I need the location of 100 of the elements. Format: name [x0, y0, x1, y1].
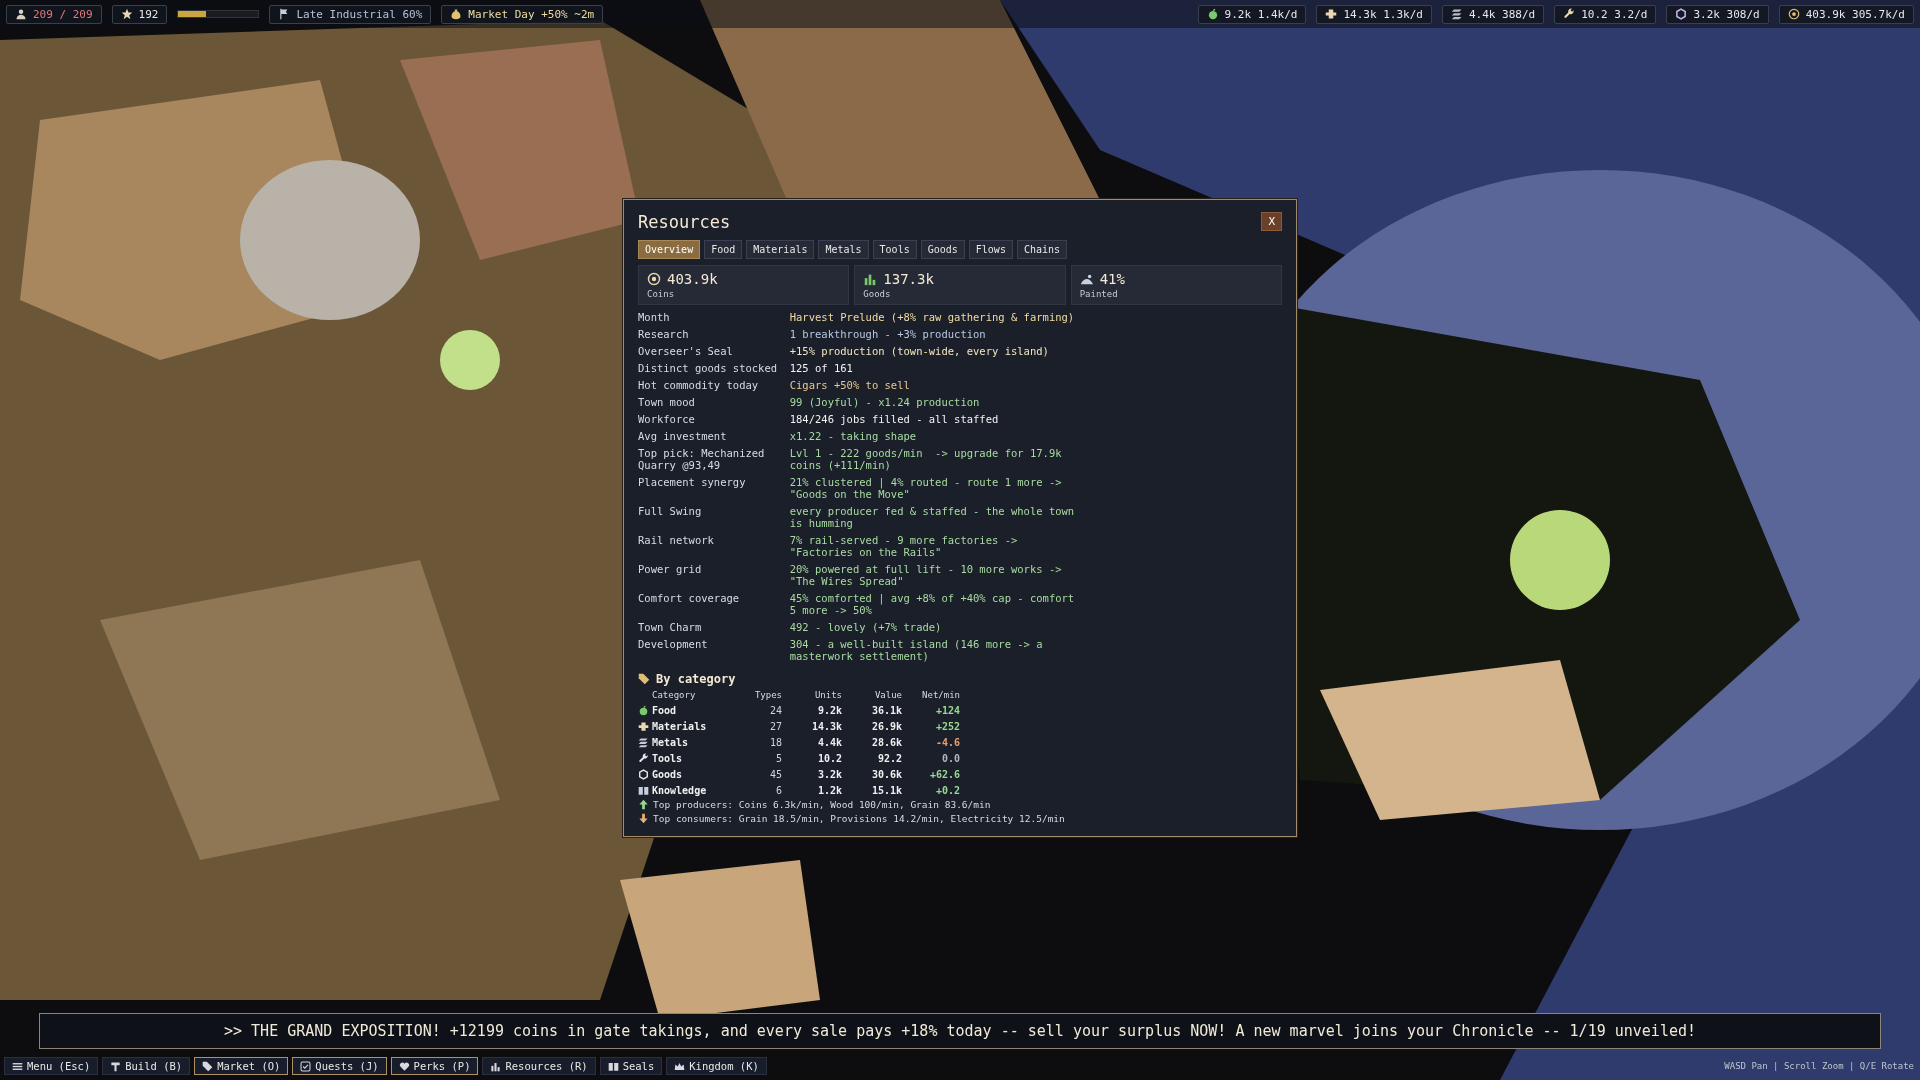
stripes-icon [1450, 8, 1463, 20]
table-cell-text: 14.3k [810, 720, 842, 732]
info-label: Top pick: Mechanized Quarry @93,49 [638, 446, 766, 471]
resource-value: 10.2 3.2/d [1581, 7, 1648, 21]
tab[interactable]: Overview [638, 239, 701, 259]
event-label: Market Day +50% ~2m [468, 7, 595, 21]
info-value: 1 breakthrough - +3% production [789, 327, 987, 340]
info-value: 21% clustered | 4% routed - route 1 more -> "Goods on the Move" [789, 475, 1063, 500]
info-label: Full Swing [638, 504, 703, 519]
info-label: Comfort coverage [638, 591, 741, 606]
info-label: Avg investment [638, 429, 728, 442]
stat-label: Painted [1079, 288, 1119, 299]
era-label: Late Industrial 60% [296, 7, 423, 21]
table-cell-text: 4.4k [816, 736, 842, 748]
info-value: Harvest Prelude (+8% raw gathering & farming) [789, 310, 1076, 323]
info-value: 125 of 161 [789, 361, 854, 374]
tab[interactable]: Food [704, 239, 743, 259]
table-cell-text: 36.1k [870, 704, 902, 716]
toolbar-button[interactable]: Market (O) [194, 1057, 289, 1075]
resource-value: 14.3k 1.3k/d [1343, 7, 1423, 21]
table-cell-text: 45 [768, 768, 782, 780]
coin-icon [1787, 8, 1800, 20]
table-cell-text: 28.6k [870, 736, 902, 748]
table-cell-text: 27 [768, 720, 782, 732]
category-name: Food [652, 704, 678, 716]
table-cell-text: 15.1k [870, 784, 902, 796]
toolbar-button[interactable]: Quests (J) [292, 1057, 387, 1075]
resource-value: 403.9k 305.7k/d [1805, 7, 1905, 21]
column-header: Types [753, 689, 782, 700]
table-cell-text: +124 [934, 704, 960, 716]
table-cell-text: 26.9k [870, 720, 902, 732]
table-cell-text: 9.2k [816, 704, 842, 716]
bar-chart-icon [490, 1060, 502, 1072]
info-value: 7% rail-served - 9 more factories -> "Factories on the Rails" [789, 533, 1019, 558]
stat-label: Goods [863, 288, 892, 299]
close-button[interactable]: X [1261, 212, 1282, 231]
info-label: Overseer's Seal [638, 344, 734, 357]
table-cell-text: 6 [774, 784, 782, 796]
heart-icon [398, 1060, 410, 1072]
info-value: 492 - lovely (+7% trade) [789, 620, 943, 633]
info-value: every producer fed & staffed - the whole town is humming [789, 504, 1076, 529]
tab[interactable]: Metals [818, 239, 869, 259]
tab[interactable]: Chains [1016, 239, 1068, 259]
table-cell-text: +0.2 [934, 784, 960, 796]
hammer-icon [110, 1060, 122, 1072]
toolbar-button[interactable]: Build (B) [102, 1057, 191, 1075]
controls-hint: WASD Pan | Scroll Zoom | Q/E Rotate [1724, 1061, 1915, 1071]
wrench-icon [1563, 8, 1576, 20]
toolbar-button[interactable]: Menu (Esc) [4, 1057, 99, 1075]
info-value: Lvl 1 - 222 goods/min -> upgrade for 17.9k coins (+111/min) [789, 446, 1063, 471]
table-cell-text: 92.2 [876, 752, 902, 764]
column-header: Net/min [921, 689, 960, 700]
info-value: 304 - a well-built island (146 more -> a masterwork settlement) [789, 637, 1044, 662]
star-icon [120, 8, 133, 20]
cross-icon [1325, 8, 1338, 20]
tab[interactable]: Goods [920, 239, 965, 259]
pouch-icon [450, 8, 463, 20]
menu-icon [12, 1060, 23, 1072]
info-value: 184/246 jobs filled - all staffed [789, 412, 1000, 425]
toolbar-button[interactable]: Resources (R) [482, 1057, 596, 1075]
toolbar-button[interactable]: Kingdom (K) [666, 1057, 767, 1075]
info-value: 45% comforted | avg +8% of +40% cap - comfort 5 more -> 50% [789, 591, 1076, 616]
table-cell-text: 5 [774, 752, 782, 764]
panel-title: Resources [638, 211, 731, 232]
info-value: +15% production (town-wide, every island) [789, 344, 1050, 357]
person-icon [15, 8, 27, 20]
stripes-icon [638, 736, 649, 748]
table-cell-text: 3.2k [816, 768, 842, 780]
ticker-text: >> THE GRAND EXPOSITION! +12199 coins in gate takings, and every sale pays +18% today -- sell your surplus NOW! A new marvel joins your Chronicle -- 1/19 unveiled! [224, 1022, 1696, 1040]
table-cell-text: -4.6 [934, 736, 960, 748]
cross-icon [638, 720, 649, 732]
hexagon-icon [1675, 8, 1688, 20]
coin-icon [647, 271, 661, 286]
table-cell-text: 10.2 [816, 752, 842, 764]
info-value: 20% powered at full lift - 10 more works -> "The Wires Spread" [789, 562, 1063, 587]
stat-value: 403.9k [667, 270, 718, 287]
info-label: Research [638, 327, 690, 340]
resource-value: 9.2k 1.4k/d [1224, 7, 1298, 21]
table-cell-text: 1.2k [816, 784, 842, 796]
info-label: Power grid [638, 562, 703, 577]
consumers-summary: Top consumers: Grain 18.5/min, Provisions 14.2/min, Electricity 12.5/min [653, 812, 1065, 824]
hexagon-icon [638, 768, 649, 780]
category-name: Goods [652, 768, 684, 780]
category-name: Tools [652, 752, 684, 764]
tab[interactable]: Materials [746, 239, 815, 259]
info-value: x1.22 - taking shape [789, 429, 918, 442]
stat-value: 137.3k [883, 270, 934, 287]
toolbar-button[interactable]: Perks (P) [390, 1057, 479, 1075]
apple-icon [638, 704, 649, 716]
checkbox-icon [300, 1060, 312, 1072]
category-name: Metals [652, 736, 690, 748]
tab[interactable]: Flows [968, 239, 1013, 259]
tab[interactable]: Tools [872, 239, 917, 259]
info-label: Placement synergy [638, 475, 747, 490]
apple-icon [1206, 8, 1219, 20]
stat-label: Coins [647, 288, 676, 299]
tag-icon [638, 672, 650, 685]
toolbar-button[interactable]: Seals [599, 1057, 663, 1075]
arrow-down-icon [638, 812, 649, 824]
info-label: Hot commodity today [638, 378, 760, 391]
